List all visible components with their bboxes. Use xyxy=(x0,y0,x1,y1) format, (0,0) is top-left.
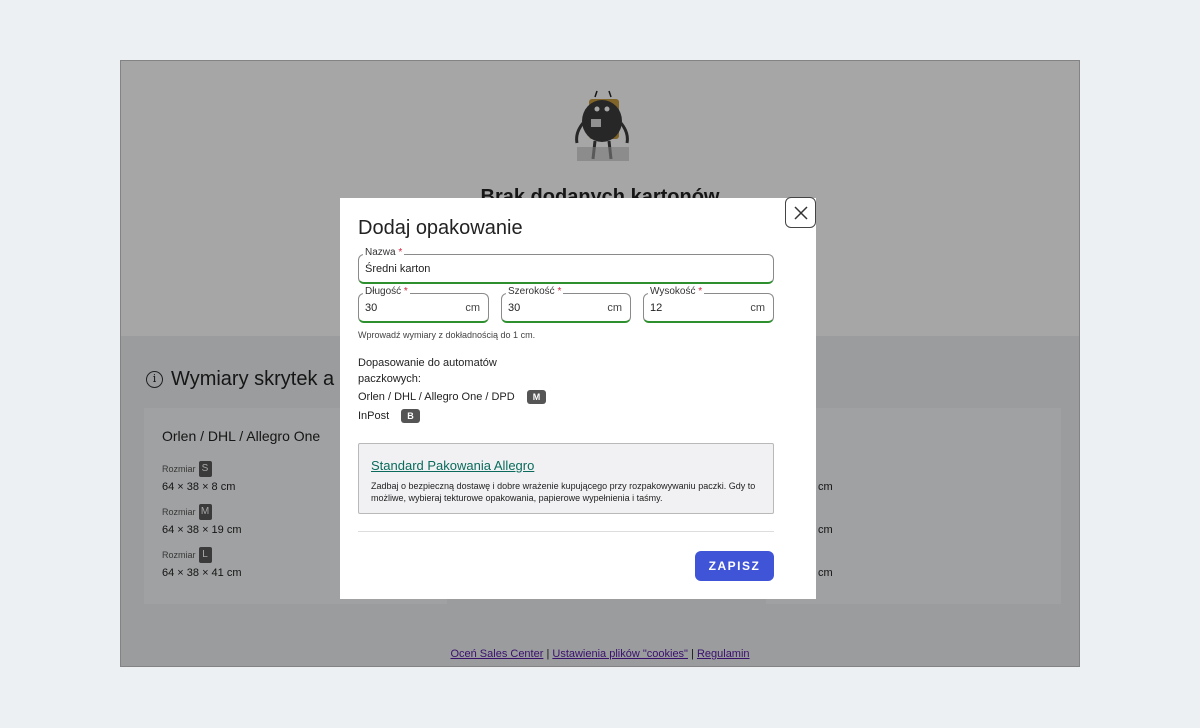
required-marker: * xyxy=(403,286,408,297)
dimensions-hint: Wprowadź wymiary z dokładnością do 1 cm. xyxy=(358,330,536,340)
close-icon xyxy=(793,205,808,220)
name-field[interactable]: Nazwa * Średni karton xyxy=(358,246,774,284)
locker-fit-row: InPost B xyxy=(358,409,420,423)
width-field-unit: cm xyxy=(607,302,622,314)
length-field[interactable]: Długość * 30 cm xyxy=(358,285,489,323)
locker-fit-row: Orlen / DHL / Allegro One / DPD M xyxy=(358,390,547,404)
packaging-standard-text: Zadbaj o bezpieczną dostawę i dobre wraż… xyxy=(371,481,756,503)
packaging-standard-box: Standard Pakowania Allegro Zadbaj o bezp… xyxy=(358,443,774,514)
name-field-value: Średni karton xyxy=(365,263,431,275)
width-field-label: Szerokość xyxy=(508,286,555,297)
close-button[interactable] xyxy=(785,197,816,228)
required-marker: * xyxy=(557,286,562,297)
add-package-dialog: Dodaj opakowanie Nazwa * Średni karton D… xyxy=(340,197,816,599)
length-field-label: Długość xyxy=(365,286,402,297)
name-field-label: Nazwa xyxy=(365,247,396,258)
height-field-label: Wysokość xyxy=(650,286,696,297)
dialog-title: Dodaj opakowanie xyxy=(358,217,523,239)
height-field[interactable]: Wysokość * 12 cm xyxy=(643,285,774,323)
height-field-unit: cm xyxy=(750,302,765,314)
locker-fit-carrier: InPost xyxy=(358,410,390,422)
divider xyxy=(358,531,774,532)
locker-size-badge: B xyxy=(401,409,420,423)
height-field-value: 12 xyxy=(650,302,663,314)
locker-size-badge: M xyxy=(526,390,547,404)
width-field[interactable]: Szerokość * 30 cm xyxy=(501,285,631,323)
length-field-value: 30 xyxy=(365,302,378,314)
save-button[interactable]: ZAPISZ xyxy=(695,551,774,581)
locker-fit-carrier: Orlen / DHL / Allegro One / DPD xyxy=(358,391,515,403)
packaging-standard-link[interactable]: Standard Pakowania Allegro xyxy=(371,458,534,473)
length-field-unit: cm xyxy=(465,302,480,314)
locker-fit-title: Dopasowanie do automatów paczkowych: xyxy=(358,357,497,385)
required-marker: * xyxy=(698,286,703,297)
required-marker: * xyxy=(398,247,403,258)
width-field-value: 30 xyxy=(508,302,521,314)
